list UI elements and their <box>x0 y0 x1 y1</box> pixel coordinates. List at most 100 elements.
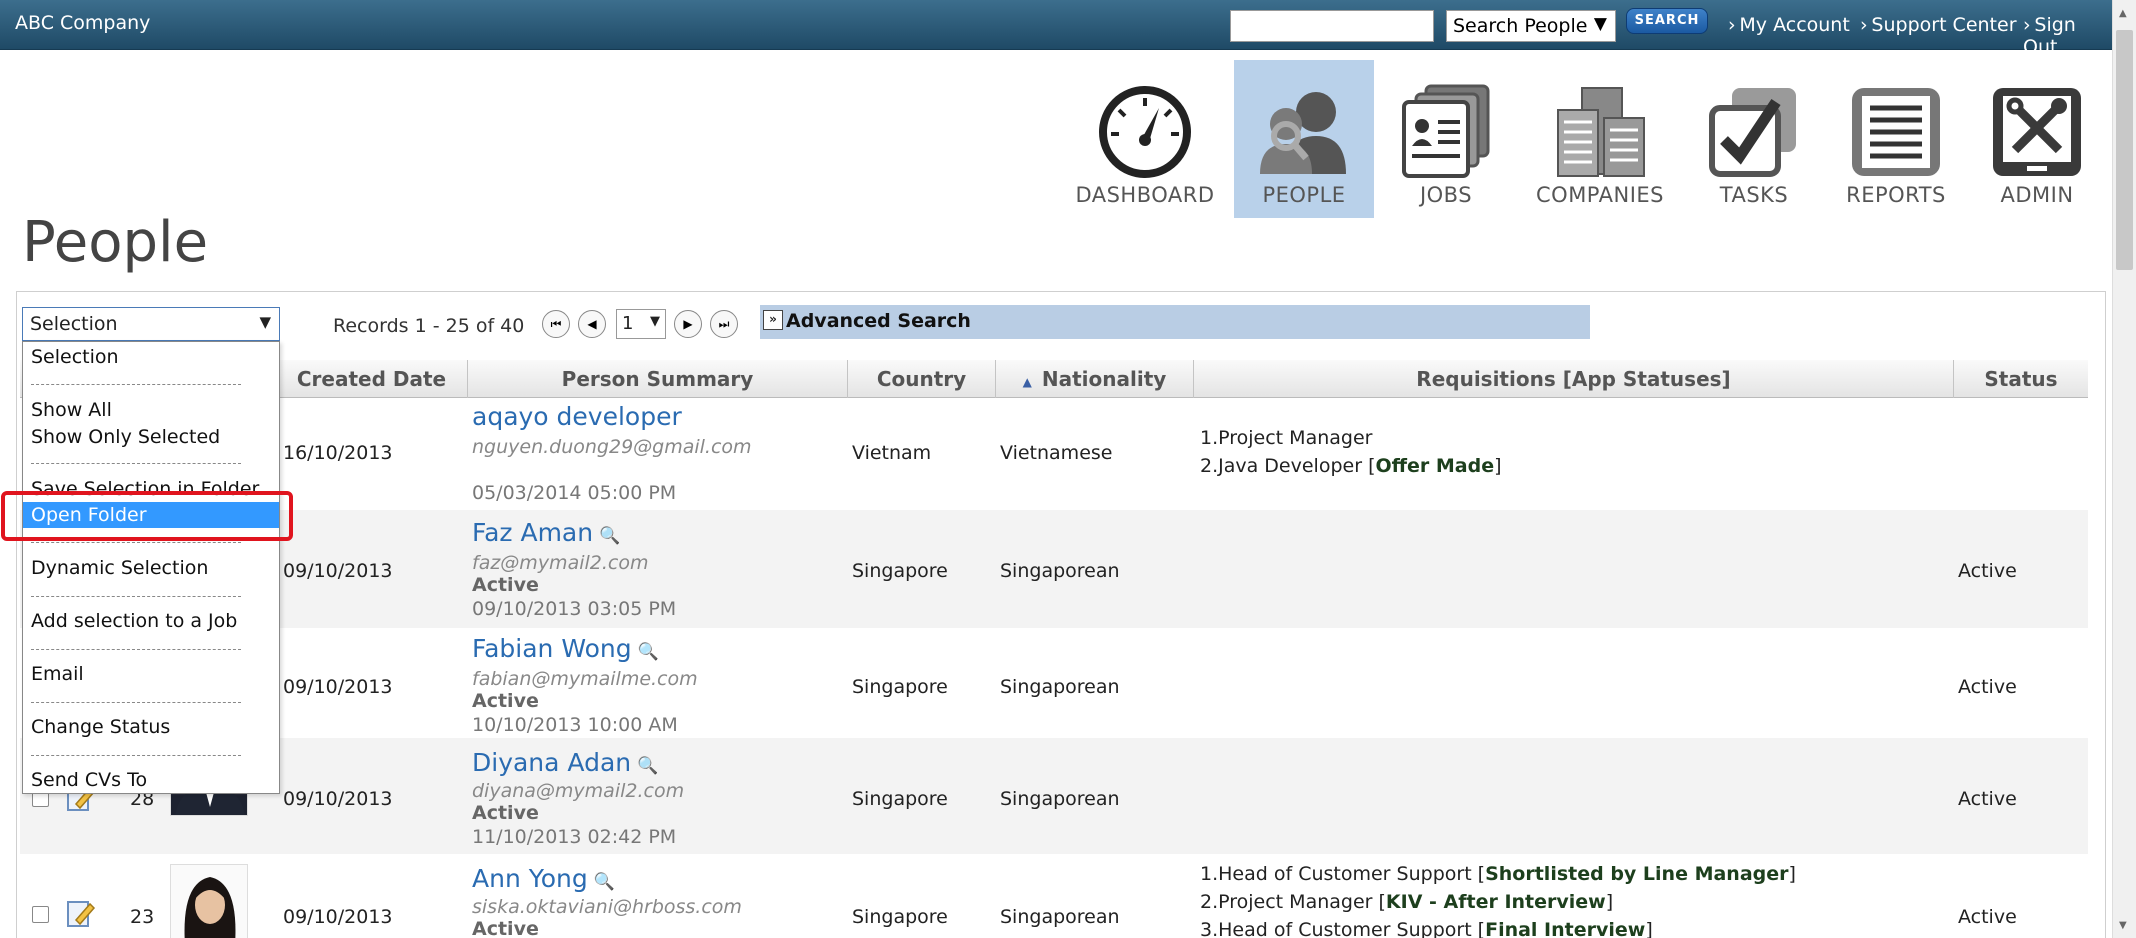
nav-label: COMPANIES <box>1536 183 1664 207</box>
nav-label: REPORTS <box>1846 183 1946 207</box>
requisition-item[interactable]: 1.Project Manager <box>1200 424 1502 452</box>
country: Singapore <box>852 906 948 928</box>
requisitions: 1.Project Manager 2.Java Developer [Offe… <box>1200 424 1502 480</box>
col-nationality[interactable]: ▲ Nationality <box>996 360 1194 398</box>
requisition-item[interactable]: 3.Head of Customer Support [Final Interv… <box>1200 916 1796 938</box>
col-person-summary[interactable]: Person Summary <box>468 360 848 398</box>
menu-item-dynamic-selection[interactable]: Dynamic Selection <box>23 555 279 581</box>
nav-companies[interactable]: COMPANIES <box>1524 60 1676 218</box>
table-row[interactable]: 23 09/10/2013 Ann Yong 🔍 siska.oktaviani@… <box>20 854 2088 938</box>
nav-label: PEOPLE <box>1262 183 1346 207</box>
nav-dashboard[interactable]: DASHBOARD <box>1070 60 1220 218</box>
nationality: Singaporean <box>1000 906 1120 928</box>
vertical-scrollbar[interactable]: ▲ ▼ <box>2112 0 2136 938</box>
person-name-link[interactable]: Ann Yong 🔍 <box>472 864 615 893</box>
requisition-item[interactable]: 2.Java Developer [Offer Made] <box>1200 452 1502 480</box>
table-row[interactable]: 09/10/2013 Faz Aman 🔍 faz@mymail2.com Act… <box>20 510 2088 628</box>
col-status[interactable]: Status <box>1954 360 2088 398</box>
menu-item-email[interactable]: Email <box>23 661 279 687</box>
created-date: 09/10/2013 <box>283 560 393 582</box>
advanced-search-bar[interactable]: » Advanced Search <box>760 305 1590 339</box>
search-icon[interactable]: 🔍 <box>637 756 658 776</box>
person-name-link[interactable]: Fabian Wong 🔍 <box>472 634 659 663</box>
person-name-link[interactable]: aqayo developer <box>472 402 682 431</box>
table-row[interactable]: 28 09/10/2013 Diyana Adan 🔍 diyana@mymail… <box>20 718 2088 854</box>
last-page-icon[interactable]: ⏭ <box>710 310 738 338</box>
requisition-item[interactable]: 2.Project Manager [KIV - After Interview… <box>1200 888 1796 916</box>
menu-item-selection[interactable]: Selection <box>23 344 279 370</box>
nav-jobs[interactable]: JOBS <box>1380 60 1512 218</box>
my-account-link[interactable]: › My Account <box>1728 14 1850 36</box>
person-name-link[interactable]: Diyana Adan 🔍 <box>472 748 658 777</box>
company-name: ABC Company <box>15 12 151 34</box>
created-date: 16/10/2013 <box>283 442 393 464</box>
row-id: 23 <box>130 906 155 928</box>
created-date: 09/10/2013 <box>283 906 393 928</box>
person-datetime: 05/03/2014 05:00 PM <box>472 482 677 504</box>
person-email: fabian@mymailme.com <box>472 668 698 690</box>
menu-item-show-only-selected[interactable]: Show Only Selected <box>23 424 279 450</box>
person-active: Active <box>472 918 539 938</box>
country: Vietnam <box>852 442 932 464</box>
search-icon[interactable]: 🔍 <box>638 642 659 662</box>
prev-page-icon[interactable]: ◀ <box>578 310 606 338</box>
people-icon <box>1260 92 1346 174</box>
created-date: 09/10/2013 <box>283 676 393 698</box>
nav-label: JOBS <box>1419 183 1473 207</box>
person-email: faz@mymail2.com <box>472 552 649 574</box>
support-center-link[interactable]: › Support Center <box>1860 14 2017 36</box>
first-page-icon[interactable]: ⏮ <box>542 310 570 338</box>
menu-divider <box>31 755 241 756</box>
table-row[interactable]: 16/10/2013 aqayo developer nguyen.duong2… <box>20 398 2088 510</box>
col-created-date[interactable]: Created Date <box>276 360 468 398</box>
nav-admin[interactable]: ADMIN <box>1972 60 2102 218</box>
menu-item-show-all[interactable]: Show All <box>23 397 279 423</box>
col-requisitions[interactable]: Requisitions [App Statuses] <box>1194 360 1954 398</box>
menu-divider <box>31 596 241 597</box>
requisition-item[interactable]: 1.Head of Customer Support [Shortlisted … <box>1200 860 1796 888</box>
scrollbar-thumb[interactable] <box>2116 30 2133 270</box>
country: Singapore <box>852 788 948 810</box>
edit-note-icon[interactable] <box>66 898 96 928</box>
chevron-down-icon: ▼ <box>1593 14 1607 34</box>
highlight-callout <box>1 491 293 541</box>
nationality: Singaporean <box>1000 676 1120 698</box>
status: Active <box>1958 676 2017 698</box>
page-title: People <box>22 210 209 275</box>
person-active: Active <box>472 574 539 596</box>
search-button[interactable]: SEARCH <box>1626 8 1708 34</box>
chevron-down-icon: ▼ <box>650 314 660 329</box>
nationality: Singaporean <box>1000 788 1120 810</box>
sign-out-link[interactable]: › Sign Out <box>2023 14 2112 58</box>
global-search-input[interactable] <box>1230 10 1434 42</box>
table-header: Created Date Person Summary Country ▲ Nat… <box>20 360 2088 398</box>
menu-item-send-cvs-to[interactable]: Send CVs To <box>23 767 279 793</box>
col-country[interactable]: Country <box>848 360 996 398</box>
person-datetime: 11/10/2013 02:42 PM <box>472 826 677 848</box>
nav-tasks[interactable]: TASKS <box>1686 60 1822 218</box>
records-count: Records 1 - 25 of 40 <box>333 315 525 337</box>
app-status: Offer Made <box>1375 455 1495 477</box>
menu-divider <box>31 649 241 650</box>
table-row[interactable]: 09/10/2013 Fabian Wong 🔍 fabian@mymailme.… <box>20 628 2088 738</box>
next-page-icon[interactable]: ▶ <box>674 310 702 338</box>
companies-buildings-icon <box>1557 87 1645 177</box>
row-checkbox[interactable] <box>32 906 49 923</box>
menu-divider <box>31 702 241 703</box>
search-icon[interactable]: 🔍 <box>599 526 620 546</box>
page-select[interactable]: 1 ▼ <box>616 309 666 339</box>
nav-people[interactable]: PEOPLE <box>1234 60 1374 218</box>
nav-label: DASHBOARD <box>1075 183 1215 207</box>
sort-asc-icon: ▲ <box>1022 375 1032 389</box>
jobs-cards-icon <box>1402 84 1490 178</box>
search-scope-select[interactable]: Search People ▼ <box>1446 10 1616 42</box>
person-name-link[interactable]: Faz Aman 🔍 <box>472 518 620 547</box>
selection-select[interactable]: Selection ▼ <box>22 307 280 341</box>
scroll-up-icon[interactable]: ▲ <box>2119 8 2127 19</box>
menu-item-add-selection-to-job[interactable]: Add selection to a Job <box>23 608 279 634</box>
search-icon[interactable]: 🔍 <box>594 872 615 892</box>
expand-icon[interactable]: » <box>763 310 783 330</box>
menu-item-change-status[interactable]: Change Status <box>23 714 279 740</box>
scroll-down-icon[interactable]: ▼ <box>2119 920 2127 931</box>
nav-reports[interactable]: REPORTS <box>1828 60 1964 218</box>
